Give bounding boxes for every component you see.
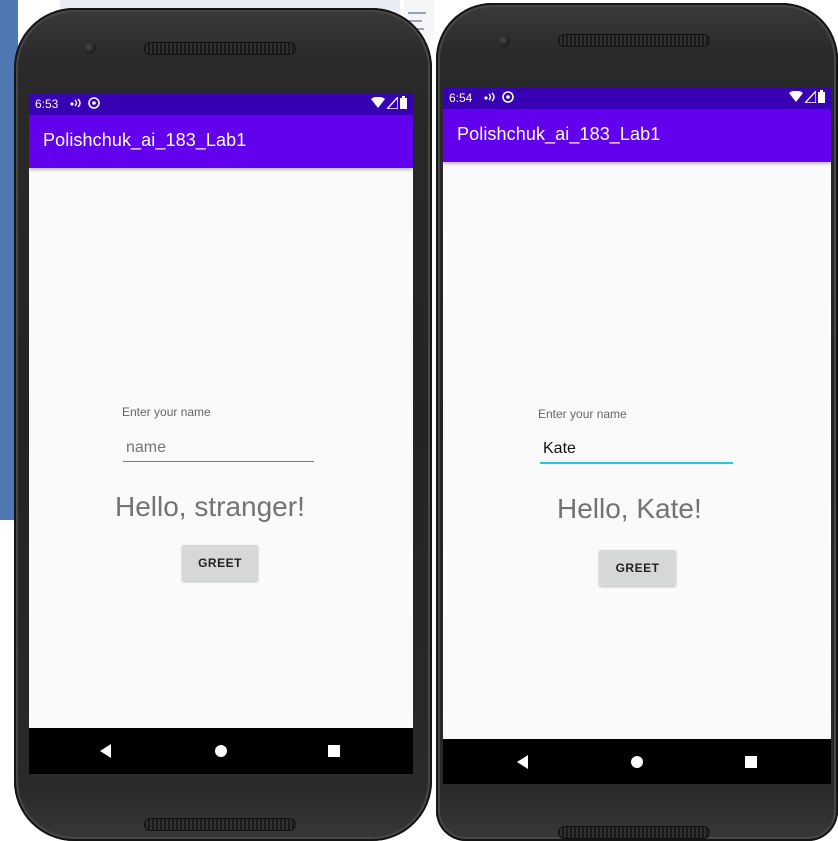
device-screen: 6:53 Polishchuk_ai_183_Lab1 Enter your n… bbox=[29, 94, 413, 774]
top-speaker bbox=[558, 34, 710, 47]
sync-icon bbox=[501, 90, 515, 107]
app-bar: Polishchuk_ai_183_Lab1 bbox=[29, 115, 413, 168]
system-icons bbox=[789, 90, 825, 103]
back-icon bbox=[100, 744, 111, 758]
greet-button[interactable]: GREET bbox=[599, 550, 676, 586]
network-activity-icon bbox=[69, 96, 83, 113]
name-input[interactable] bbox=[540, 436, 733, 464]
recents-icon bbox=[328, 745, 340, 757]
status-bar: 6:53 bbox=[29, 94, 413, 115]
recents-button[interactable] bbox=[731, 739, 771, 784]
recents-button[interactable] bbox=[314, 728, 354, 774]
navigation-bar bbox=[29, 728, 413, 774]
front-camera bbox=[84, 42, 96, 54]
home-icon bbox=[215, 745, 227, 757]
home-icon bbox=[631, 755, 643, 768]
top-speaker bbox=[144, 42, 296, 55]
bottom-speaker bbox=[144, 818, 296, 831]
wifi-icon bbox=[371, 96, 385, 108]
app-title: Polishchuk_ai_183_Lab1 bbox=[457, 124, 661, 144]
phone-emulator-left: 6:53 Polishchuk_ai_183_Lab1 Enter your n… bbox=[14, 8, 432, 841]
back-icon bbox=[517, 754, 528, 769]
back-button[interactable] bbox=[503, 739, 543, 784]
front-camera bbox=[498, 35, 510, 47]
device-screen: 6:54 Polishchuk_ai_183_Lab1 Enter your n… bbox=[443, 88, 831, 784]
status-bar: 6:54 bbox=[443, 88, 831, 109]
bottom-speaker bbox=[558, 826, 710, 839]
app-title: Polishchuk_ai_183_Lab1 bbox=[43, 130, 247, 150]
wifi-icon bbox=[789, 90, 803, 102]
phone-emulator-right: 6:54 Polishchuk_ai_183_Lab1 Enter your n… bbox=[436, 3, 838, 841]
greet-button[interactable]: GREET bbox=[182, 545, 258, 581]
sync-icon bbox=[87, 96, 101, 113]
status-time: 6:53 bbox=[35, 97, 59, 111]
home-button[interactable] bbox=[617, 739, 657, 784]
network-activity-icon bbox=[483, 90, 497, 107]
signal-icon bbox=[805, 90, 816, 103]
status-time: 6:54 bbox=[449, 91, 473, 105]
navigation-bar bbox=[443, 739, 831, 784]
name-label: Enter your name bbox=[122, 405, 211, 419]
signal-icon bbox=[387, 96, 398, 109]
name-label: Enter your name bbox=[538, 407, 627, 421]
app-bar: Polishchuk_ai_183_Lab1 bbox=[443, 109, 831, 162]
system-icons bbox=[371, 96, 407, 109]
back-button[interactable] bbox=[86, 728, 126, 774]
name-input[interactable] bbox=[123, 434, 314, 462]
battery-icon bbox=[400, 96, 407, 109]
greeting-text: Hello, Kate! bbox=[557, 493, 702, 524]
battery-icon bbox=[818, 90, 825, 103]
recents-icon bbox=[745, 755, 757, 768]
home-button[interactable] bbox=[201, 728, 241, 774]
greeting-text: Hello, stranger! bbox=[115, 491, 305, 522]
